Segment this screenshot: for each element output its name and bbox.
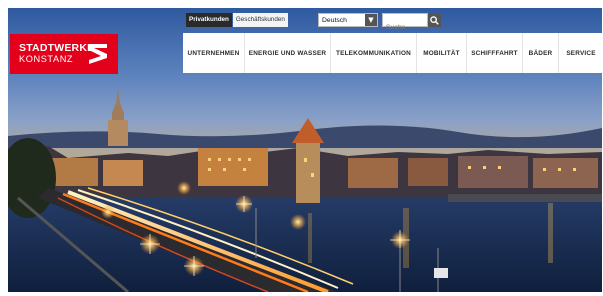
search-input[interactable] [383, 21, 427, 34]
nav-item-mobilitaet[interactable]: MOBILITÄT [417, 33, 467, 73]
chevron-down-icon[interactable]: ▼ [365, 14, 377, 26]
language-value: Deutsch [322, 16, 347, 24]
nav-item-energie-und-wasser[interactable]: ENERGIE UND WASSER [245, 33, 331, 73]
tab-privatkunden[interactable]: Privatkunden [186, 12, 232, 27]
nav-item-service[interactable]: SERVICE [559, 33, 602, 73]
main-navigation: UNTERNEHMEN ENERGIE UND WASSER TELEKOMMU… [183, 33, 602, 73]
nav-item-unternehmen[interactable]: UNTERNEHMEN [183, 33, 245, 73]
logo-wordmark: STADTWERKE KONSTANZ [10, 43, 94, 65]
logo-line-2: KONSTANZ [19, 54, 74, 64]
search-field[interactable] [382, 13, 428, 34]
logo-line-1: STADTWERKE [19, 42, 95, 54]
search-icon [430, 15, 439, 25]
logo-s-mark-icon [89, 44, 107, 64]
nav-item-telekommunikation[interactable]: TELEKOMMUNIKATION [331, 33, 417, 73]
customer-switch: Privatkunden Geschäftskunden [186, 12, 288, 27]
tab-geschaeftskunden[interactable]: Geschäftskunden [232, 12, 288, 27]
page-frame: Privatkunden Geschäftskunden Deutsch ▼ S… [8, 8, 602, 292]
search-button[interactable] [428, 13, 441, 27]
language-select[interactable]: Deutsch ▼ [318, 13, 378, 27]
stadtwerke-logo[interactable]: STADTWERKE KONSTANZ [10, 34, 118, 74]
nav-item-baeder[interactable]: BÄDER [523, 33, 559, 73]
nav-item-schifffahrt[interactable]: SCHIFFFAHRT [467, 33, 523, 73]
